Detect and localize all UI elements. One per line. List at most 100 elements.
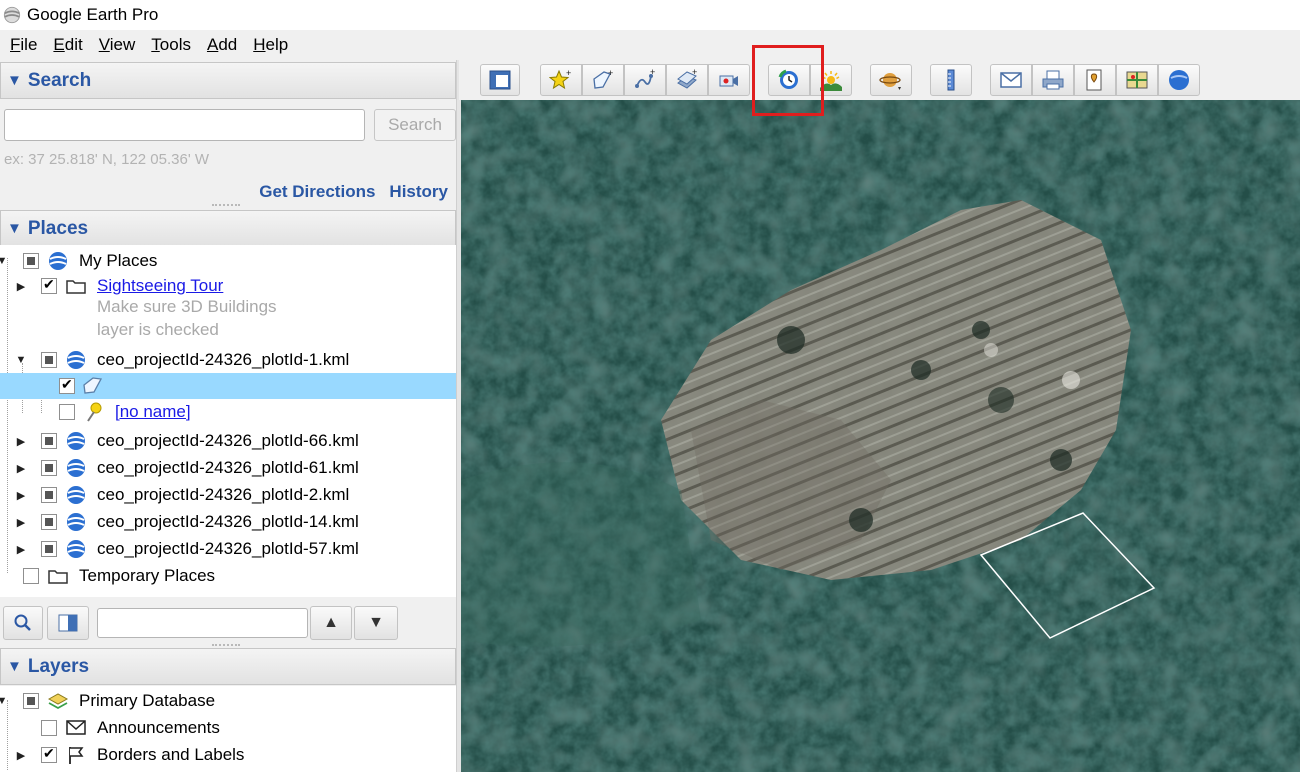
toggle-panel-button[interactable] xyxy=(47,606,89,640)
kml-plot-14-label: ceo_projectId-24326_plotId-14.kml xyxy=(97,512,359,531)
announcements-label: Announcements xyxy=(97,718,220,737)
placemark-link[interactable]: [no name] xyxy=(115,402,191,422)
kml-plot-1-label: ceo_projectId-24326_plotId-1.kml xyxy=(97,350,350,369)
yellow-pushpin-icon xyxy=(87,402,102,422)
menu-file[interactable]: File xyxy=(2,35,45,55)
expand-arrow-icon[interactable]: ▶ xyxy=(15,516,27,529)
earth-3d-view[interactable] xyxy=(461,100,1300,772)
tree-item-my-places[interactable]: ▼ My Places xyxy=(0,248,456,274)
menu-add-key: A xyxy=(206,35,219,54)
my-places-label: My Places xyxy=(79,251,158,270)
places-panel-header[interactable]: ▼ Places xyxy=(0,210,456,247)
menu-edit-rest: dit xyxy=(64,35,83,54)
primary-database-checkbox[interactable] xyxy=(23,693,39,709)
collapse-arrow-icon[interactable]: ▼ xyxy=(0,695,8,707)
search-panel-header[interactable]: ▼ Search xyxy=(0,62,456,99)
tree-item-temporary-places[interactable]: Temporary Places xyxy=(0,563,456,589)
add-placemark-button[interactable]: + xyxy=(540,64,582,96)
tree-item-borders-labels[interactable]: ▶ Borders and Labels xyxy=(0,742,456,768)
tree-item-kml-plot-14[interactable]: ▶ ceo_projectId-24326_plotId-14.kml xyxy=(0,509,456,535)
temporary-places-checkbox[interactable] xyxy=(23,568,39,584)
menu-view-rest: iew xyxy=(109,35,136,54)
places-filter-input[interactable] xyxy=(97,608,308,638)
borders-labels-checkbox[interactable] xyxy=(41,745,57,763)
places-panel-title: Places xyxy=(27,217,89,239)
expand-arrow-icon[interactable]: ▶ xyxy=(15,749,27,762)
history-link[interactable]: History xyxy=(389,182,448,202)
menu-view[interactable]: View xyxy=(91,35,144,55)
print-button[interactable] xyxy=(1032,64,1074,96)
polygon-checkbox[interactable] xyxy=(59,376,75,394)
collapse-arrow-icon[interactable]: ▼ xyxy=(0,255,8,267)
switch-planet-button[interactable] xyxy=(870,64,912,96)
get-directions-link[interactable]: Get Directions xyxy=(259,182,375,202)
add-placemark-icon: + xyxy=(549,68,571,90)
add-polygon-button[interactable]: + xyxy=(582,64,624,96)
svg-text:+: + xyxy=(650,68,655,77)
title-bar: Google Earth Pro xyxy=(0,0,1300,30)
placemark-checkbox[interactable] xyxy=(59,404,75,420)
collapse-arrow-icon[interactable]: ▼ xyxy=(15,354,27,366)
earth-kml-icon xyxy=(67,432,85,450)
move-down-button[interactable]: ▼ xyxy=(354,606,398,640)
save-image-button[interactable] xyxy=(1074,64,1116,96)
tree-item-kml-plot-2[interactable]: ▶ ceo_projectId-24326_plotId-2.kml xyxy=(0,482,456,508)
menu-file-rest: ile xyxy=(20,35,38,54)
search-places-button[interactable] xyxy=(3,606,43,640)
layers-stack-icon xyxy=(47,693,69,710)
tree-item-kml-plot-61[interactable]: ▶ ceo_projectId-24326_plotId-61.kml xyxy=(0,455,456,481)
collapse-triangle-icon: ▼ xyxy=(7,658,22,675)
flag-icon xyxy=(69,747,84,764)
earth-button[interactable] xyxy=(1158,64,1200,96)
expand-arrow-icon[interactable]: ▶ xyxy=(15,543,27,556)
menu-edit[interactable]: Edit xyxy=(45,35,90,55)
kml-plot-57-checkbox[interactable] xyxy=(41,541,57,557)
kml-plot-66-checkbox[interactable] xyxy=(41,433,57,449)
sightseeing-note-row-1: Make sure 3D Buildings xyxy=(0,296,456,318)
expand-arrow-icon[interactable]: ▶ xyxy=(15,280,27,293)
announcements-checkbox[interactable] xyxy=(41,720,57,736)
search-hint: ex: 37 25.818' N, 122 05.36' W xyxy=(4,151,210,168)
search-input[interactable] xyxy=(4,109,365,141)
add-polygon-icon: + xyxy=(593,68,613,89)
move-up-button[interactable]: ▲ xyxy=(310,606,352,640)
menu-help[interactable]: Help xyxy=(245,35,296,55)
add-path-button[interactable]: + xyxy=(624,64,666,96)
sightseeing-link[interactable]: Sightseeing Tour xyxy=(97,276,223,296)
tree-item-primary-database[interactable]: ▼ Primary Database xyxy=(0,688,456,714)
layers-panel-title: Layers xyxy=(27,655,90,677)
expand-arrow-icon[interactable]: ▶ xyxy=(15,435,27,448)
kml-plot-1-checkbox[interactable] xyxy=(41,352,57,368)
resize-grip[interactable] xyxy=(212,204,240,206)
add-path-icon: + xyxy=(635,68,655,88)
expand-arrow-icon[interactable]: ▶ xyxy=(15,489,27,502)
view-in-maps-button[interactable] xyxy=(1116,64,1158,96)
tree-item-announcements[interactable]: Announcements xyxy=(0,715,456,741)
toggle-sidebar-button[interactable] xyxy=(480,64,520,96)
ruler-button[interactable] xyxy=(930,64,972,96)
record-tour-button[interactable] xyxy=(708,64,750,96)
tree-item-kml-plot-66[interactable]: ▶ ceo_projectId-24326_plotId-66.kml xyxy=(0,428,456,454)
sightseeing-checkbox[interactable] xyxy=(41,276,57,294)
primary-database-label: Primary Database xyxy=(79,691,216,710)
email-button[interactable] xyxy=(990,64,1032,96)
menu-help-rest: elp xyxy=(265,35,289,54)
tree-item-placemark[interactable]: [no name] xyxy=(0,399,456,425)
kml-plot-57-label: ceo_projectId-24326_plotId-57.kml xyxy=(97,539,359,558)
tree-item-polygon[interactable] xyxy=(0,373,456,399)
resize-grip[interactable] xyxy=(212,644,240,646)
expand-arrow-icon[interactable]: ▶ xyxy=(15,462,27,475)
my-places-checkbox[interactable] xyxy=(23,253,39,269)
menu-add[interactable]: Add xyxy=(199,35,245,55)
folder-icon xyxy=(48,570,68,584)
kml-plot-61-checkbox[interactable] xyxy=(41,460,57,476)
tree-item-kml-plot-1[interactable]: ▼ ceo_projectId-24326_plotId-1.kml xyxy=(0,347,456,373)
search-button[interactable]: Search xyxy=(374,109,456,141)
add-image-overlay-button[interactable]: + xyxy=(666,64,708,96)
layers-panel-header[interactable]: ▼ Layers xyxy=(0,648,456,685)
kml-plot-2-checkbox[interactable] xyxy=(41,487,57,503)
kml-plot-14-checkbox[interactable] xyxy=(41,514,57,530)
menu-edit-key: E xyxy=(53,35,65,54)
menu-tools[interactable]: Tools xyxy=(143,35,199,55)
tree-item-kml-plot-57[interactable]: ▶ ceo_projectId-24326_plotId-57.kml xyxy=(0,536,456,562)
